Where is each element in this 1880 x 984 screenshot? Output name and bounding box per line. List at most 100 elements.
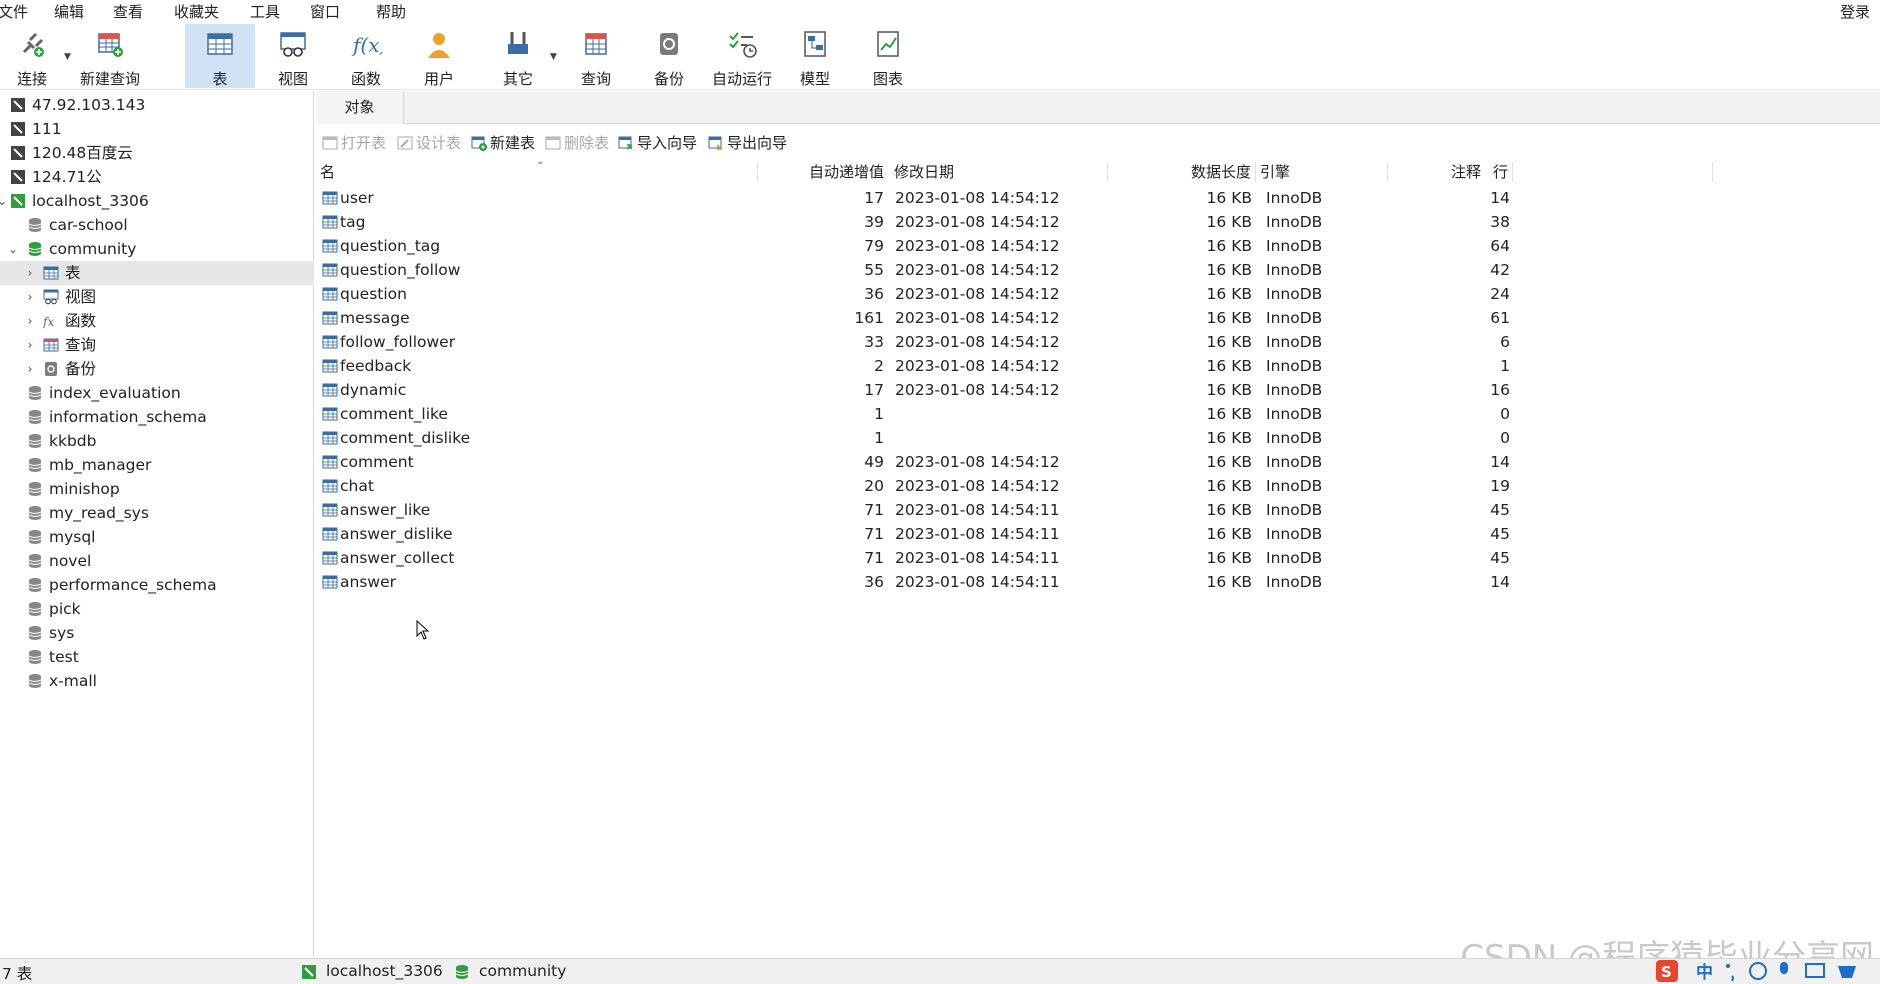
table-row[interactable]: comment 49 2023-01-08 14:54:12 16 KB InnoDB 1…	[316, 450, 1716, 474]
menu-window[interactable]: 窗口	[310, 1, 340, 22]
connect-button[interactable]: 连接	[0, 24, 67, 88]
delete-table-button[interactable]: 删除表	[545, 132, 609, 154]
menu-file[interactable]: 文件	[0, 1, 28, 22]
view-button[interactable]: 视图	[258, 24, 328, 88]
connect-dropdown-icon[interactable]: ▼	[64, 52, 71, 62]
table-row[interactable]: question_tag 79 2023-01-08 14:54:12 16 KB In…	[316, 234, 1716, 258]
backup-button[interactable]: 备份	[634, 24, 704, 88]
tree-item-backups[interactable]: › 备份	[0, 357, 314, 381]
tree-connection-4[interactable]: 124.71公	[0, 165, 314, 189]
table-row[interactable]: message 161 2023-01-08 14:54:12 16 KB InnoDB…	[316, 306, 1716, 330]
chart-button[interactable]: 图表	[853, 24, 923, 88]
tree-db-test[interactable]: test	[0, 645, 314, 669]
new-query-button[interactable]: 新建查询	[75, 24, 145, 88]
table-row[interactable]: answer_collect 71 2023-01-08 14:54:11 16 KB…	[316, 546, 1716, 570]
tree-db-community[interactable]: ⌄ community	[0, 237, 314, 261]
tree-db-novel[interactable]: novel	[0, 549, 314, 573]
column-header-modified[interactable]: 修改日期	[890, 162, 1108, 182]
tree-connection-localhost[interactable]: ⌄ localhost_3306	[0, 189, 314, 213]
other-button[interactable]: 其它	[483, 24, 553, 88]
auto-run-button[interactable]: 自动运行	[707, 24, 777, 88]
menu-view[interactable]: 查看	[113, 1, 143, 22]
engine: InnoDB	[1266, 357, 1323, 375]
tree-item-queries[interactable]: › 查询	[0, 333, 314, 357]
row-count: 45	[1490, 525, 1510, 543]
table-button[interactable]: 表	[185, 24, 255, 88]
table-row[interactable]: answer_like 71 2023-01-08 14:54:11 16 KB Inn…	[316, 498, 1716, 522]
model-button[interactable]: 模型	[780, 24, 850, 88]
column-header-auto-inc[interactable]: 自动递增值	[316, 162, 884, 182]
table-name: answer	[340, 573, 396, 591]
tree-db-mb_manager[interactable]: mb_manager	[0, 453, 314, 477]
design-table-button[interactable]: 设计表	[397, 132, 461, 154]
tree-db-performance_schema[interactable]: performance_schema	[0, 573, 314, 597]
tree-connection-1[interactable]: 47.92.103.143	[0, 93, 314, 117]
chevron-down-icon[interactable]: ⌄	[0, 189, 8, 213]
table-row[interactable]: comment_like 1 16 KB InnoDB 0	[316, 402, 1716, 426]
new-table-button[interactable]: 新建表	[471, 132, 535, 154]
table-row[interactable]: follow_follower 33 2023-01-08 14:54:12 16 K…	[316, 330, 1716, 354]
chevron-right-icon[interactable]: ›	[24, 285, 36, 309]
menu-favorites[interactable]: 收藏夹	[174, 1, 219, 22]
column-header-engine[interactable]: 引擎	[1256, 162, 1388, 182]
tree-db-sys[interactable]: sys	[0, 621, 314, 645]
column-header-comment[interactable]: 注释	[1447, 162, 1713, 182]
table-row[interactable]: dynamic 17 2023-01-08 14:54:12 16 KB InnoDB 1…	[316, 378, 1716, 402]
tree-item-functions[interactable]: › fx 函数	[0, 309, 314, 333]
table-icon	[322, 479, 338, 493]
import-wizard-button[interactable]: 导入向导	[618, 132, 697, 154]
table-row[interactable]: feedback 2 2023-01-08 14:54:12 16 KB InnoDB 1	[316, 354, 1716, 378]
login-link[interactable]: 登录	[1840, 1, 1870, 22]
table-row[interactable]: tag 39 2023-01-08 14:54:12 16 KB InnoDB 38	[316, 210, 1716, 234]
chevron-right-icon[interactable]: ›	[24, 309, 36, 333]
tree-db-my_read_sys[interactable]: my_read_sys	[0, 501, 314, 525]
tree-db-index_evaluation[interactable]: index_evaluation	[0, 381, 314, 405]
chart-icon	[877, 31, 899, 57]
user-button[interactable]: 用户	[404, 24, 474, 88]
table-row[interactable]: question 36 2023-01-08 14:54:12 16 KB InnoDB…	[316, 282, 1716, 306]
status-table-count: 7 表	[2, 965, 33, 983]
table-icon	[322, 575, 338, 589]
database-icon	[28, 410, 42, 424]
chevron-right-icon[interactable]: ›	[24, 261, 36, 285]
tree-db-information_schema[interactable]: information_schema	[0, 405, 314, 429]
column-header-data-length[interactable]: 数据长度	[1108, 162, 1256, 182]
tree-db-kkbdb[interactable]: kkbdb	[0, 429, 314, 453]
menu-help[interactable]: 帮助	[376, 1, 406, 22]
tree-db-pick[interactable]: pick	[0, 597, 314, 621]
open-table-button[interactable]: 打开表	[322, 132, 386, 154]
chevron-right-icon[interactable]: ›	[24, 357, 36, 381]
table-row[interactable]: question_follow 55 2023-01-08 14:54:12 16 K…	[316, 258, 1716, 282]
table-row[interactable]: answer_dislike 71 2023-01-08 14:54:11 16 KB…	[316, 522, 1716, 546]
export-wizard-button[interactable]: 导出向导	[708, 132, 787, 154]
query-button[interactable]: 查询	[561, 24, 631, 88]
chevron-right-icon[interactable]: ›	[24, 333, 36, 357]
modified-date: 2023-01-08 14:54:11	[895, 501, 1060, 519]
delete-table-icon	[545, 136, 561, 150]
tree-connection-2[interactable]: 111	[0, 117, 314, 141]
shirt-icon	[1838, 966, 1856, 978]
tab-objects[interactable]: 对象	[316, 91, 404, 124]
tree-item-tables[interactable]: › 表	[0, 261, 314, 285]
chevron-down-icon[interactable]: ⌄	[7, 237, 19, 261]
table-name: answer_collect	[340, 549, 455, 567]
function-button[interactable]: f(x) 函数	[331, 24, 401, 88]
menu-tools[interactable]: 工具	[250, 1, 280, 22]
connection-tree: 47.92.103.143 111 120.48百度云 124.71公 ⌄ lo…	[0, 91, 314, 957]
tree-db-mysql[interactable]: mysql	[0, 525, 314, 549]
tree-db-minishop[interactable]: minishop	[0, 477, 314, 501]
table-row[interactable]: answer 36 2023-01-08 14:54:11 16 KB InnoDB 14	[316, 570, 1716, 594]
tree-db-car-school[interactable]: car-school	[0, 213, 314, 237]
tree-item-views[interactable]: › 视图	[0, 285, 314, 309]
tree-db-x-mall[interactable]: x-mall	[0, 669, 314, 693]
menu-edit[interactable]: 编辑	[54, 1, 84, 22]
ime-toolbar[interactable]: S 中	[1656, 958, 1880, 984]
tree-connection-3[interactable]: 120.48百度云	[0, 141, 314, 165]
data-length: 16 KB	[1206, 429, 1252, 447]
other-dropdown-icon[interactable]: ▼	[550, 52, 557, 62]
data-length: 16 KB	[1206, 213, 1252, 231]
table-row[interactable]: user 17 2023-01-08 14:54:12 16 KB InnoDB 14	[316, 186, 1716, 210]
table-row[interactable]: comment_dislike 1 16 KB InnoDB 0	[316, 426, 1716, 450]
svg-text:中: 中	[1696, 962, 1713, 983]
table-row[interactable]: chat 20 2023-01-08 14:54:12 16 KB InnoDB 19	[316, 474, 1716, 498]
